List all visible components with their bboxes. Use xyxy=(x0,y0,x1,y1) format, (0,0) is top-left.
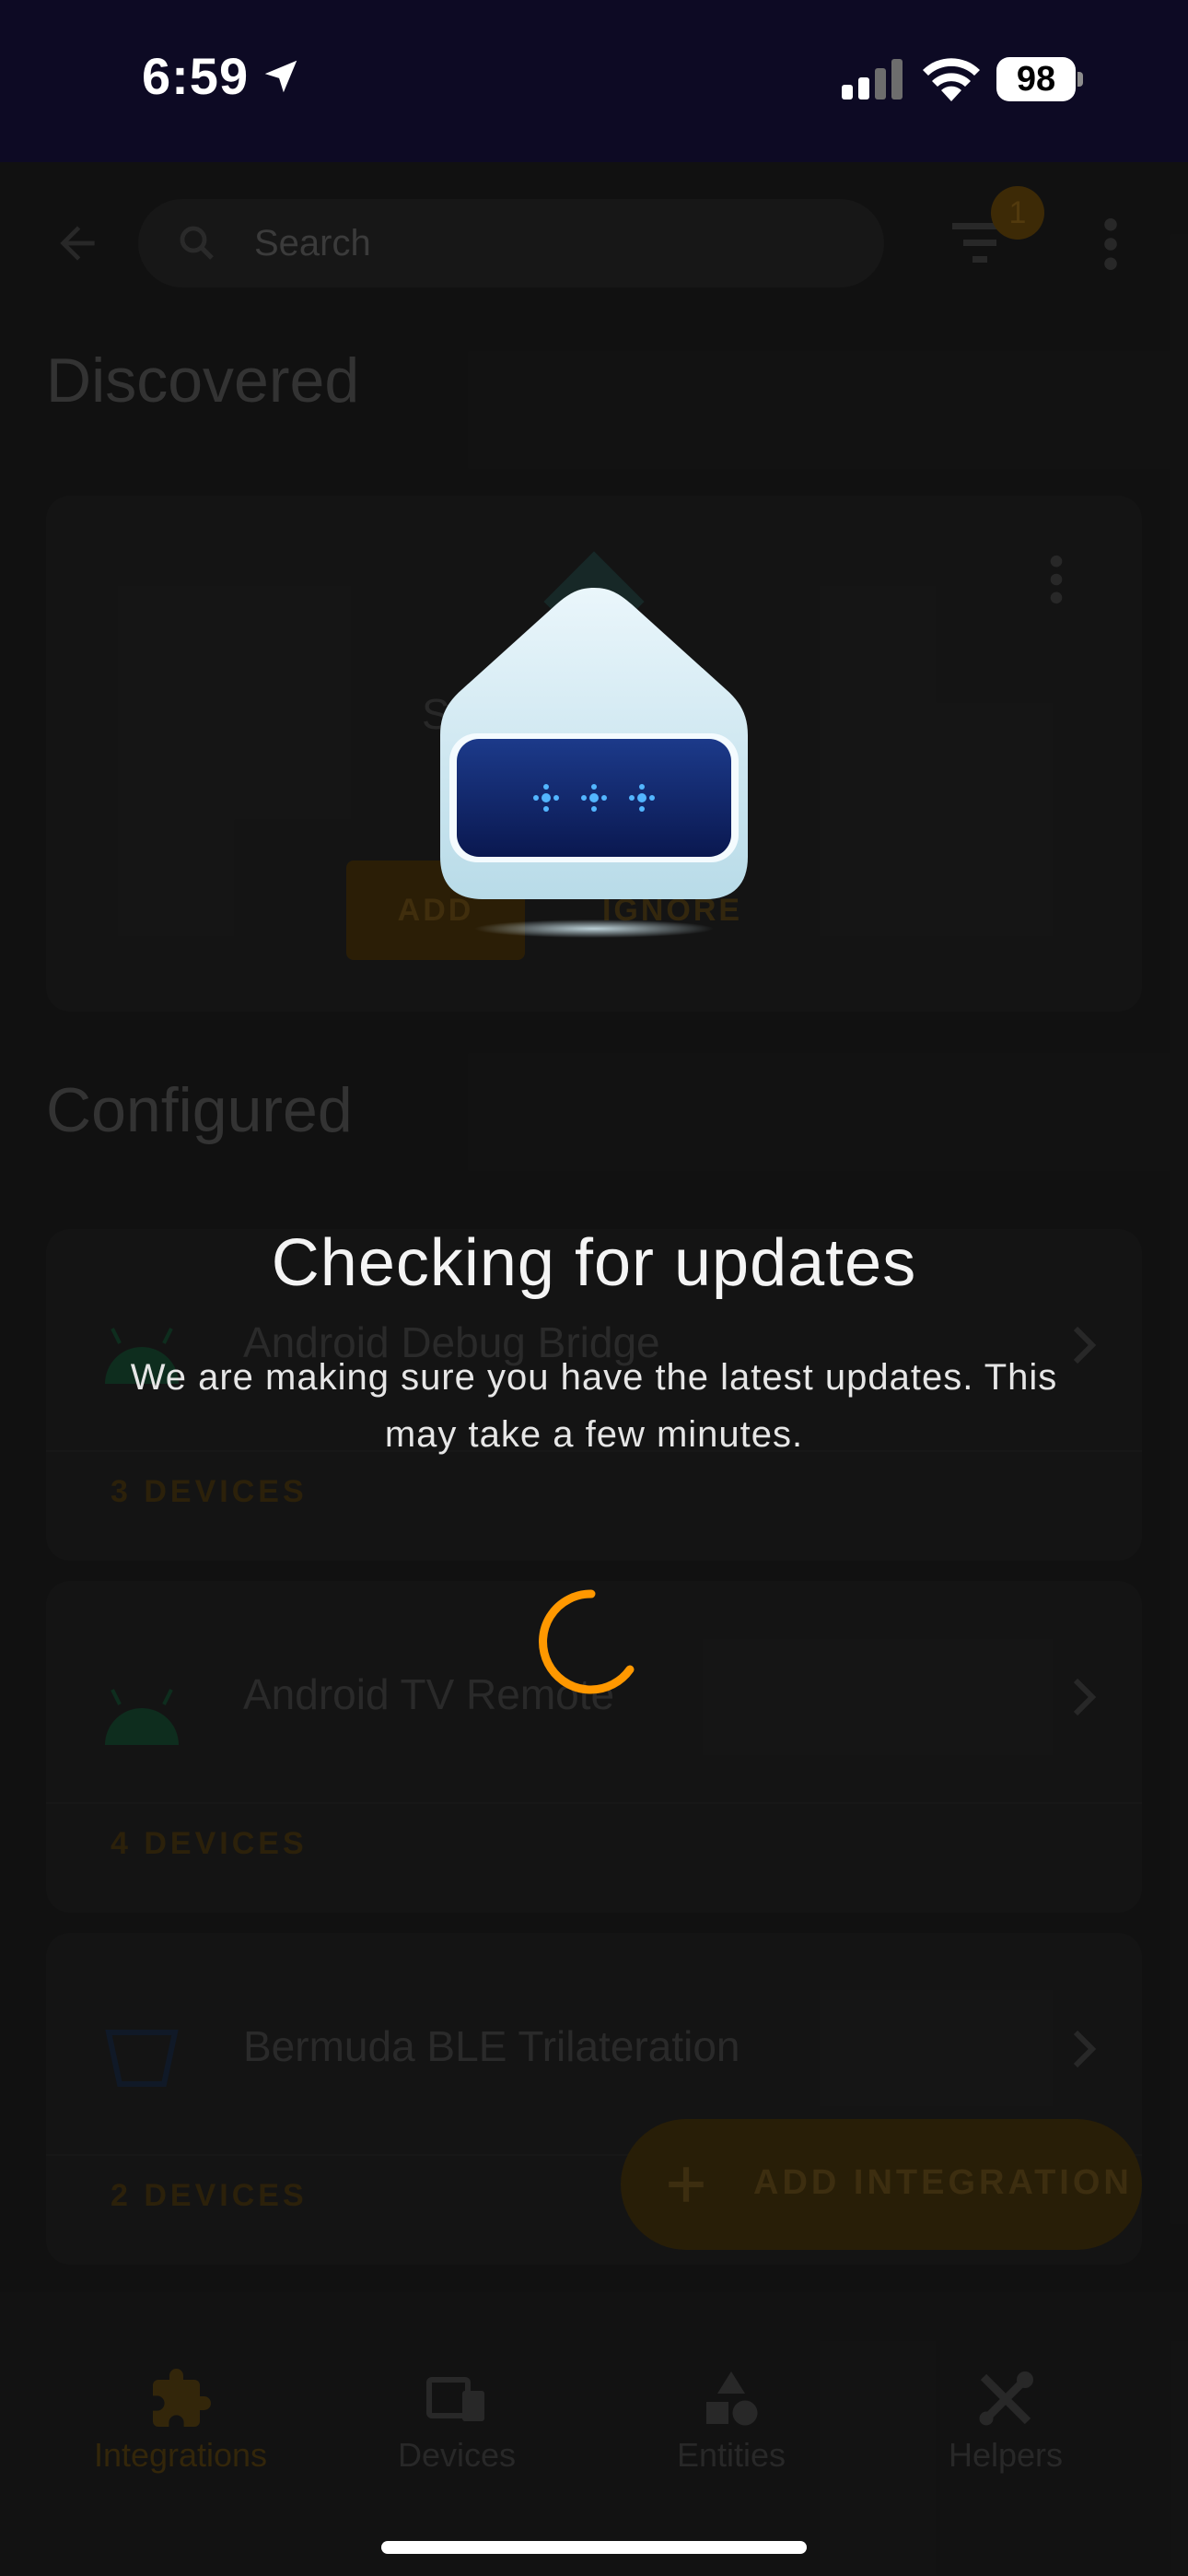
battery-indicator: 98 xyxy=(996,57,1083,101)
wifi-icon xyxy=(923,58,980,101)
home-indicator[interactable] xyxy=(381,2541,807,2554)
status-time: 6:59 xyxy=(142,47,250,105)
battery-level: 98 xyxy=(1016,60,1056,99)
cellular-signal-icon xyxy=(842,59,903,100)
location-arrow-icon xyxy=(264,60,297,93)
overlay-title: Checking for updates xyxy=(271,1226,917,1300)
overlay-message: We are making sure you have the latest u… xyxy=(130,1357,1058,1455)
loading-spinner-icon xyxy=(539,1589,635,1694)
status-bar: 6:59 98 xyxy=(0,0,1188,162)
home-assistant-mascot-icon xyxy=(440,588,748,938)
